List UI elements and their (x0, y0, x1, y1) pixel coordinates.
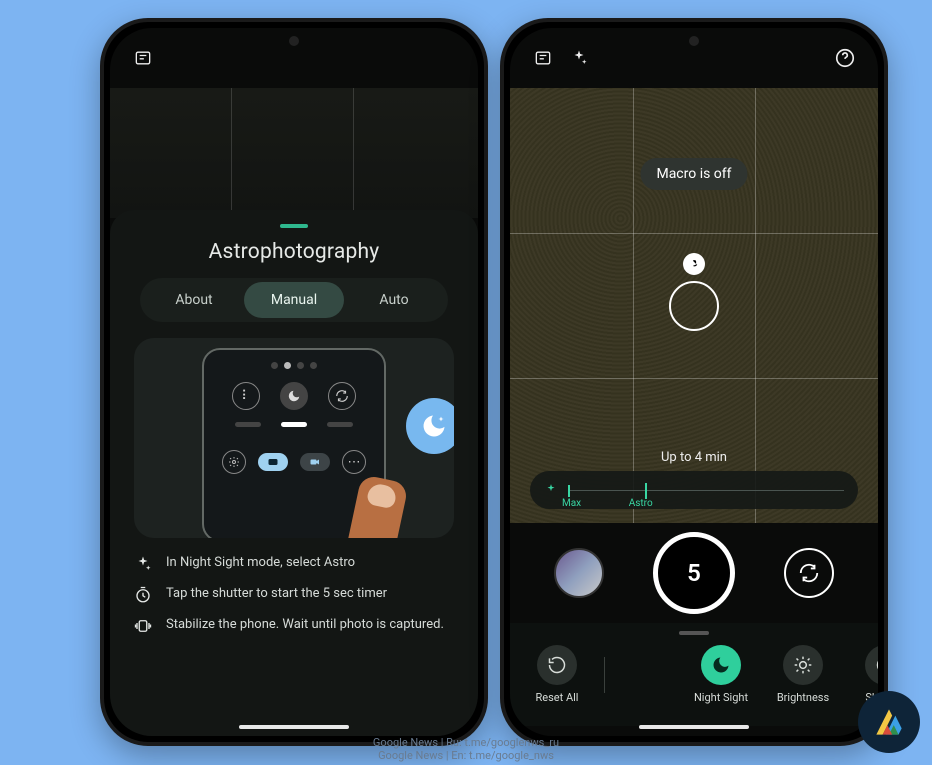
astro-fab-icon (406, 398, 454, 454)
video-mode-icon (300, 453, 330, 471)
image-footer: Google News | Ru: t.me/googlenws_ru Goog… (373, 736, 559, 764)
sparkle-icon (544, 483, 558, 497)
help-icon[interactable] (830, 43, 860, 73)
focus-indicator[interactable] (669, 253, 719, 331)
photo-mode-icon (258, 453, 288, 471)
footer-line: Google News | En: t.me/google_nws (373, 749, 559, 763)
exposure-hint: Up to 4 min (661, 450, 727, 465)
shutter-button[interactable]: 5 (653, 532, 735, 614)
format-icon[interactable] (528, 43, 558, 73)
macro-toast: Macro is off (640, 158, 747, 190)
reset-icon (537, 645, 577, 685)
channel-logo (858, 691, 920, 753)
home-indicator[interactable] (239, 725, 349, 729)
tip-text: Stabilize the phone. Wait until photo is… (166, 616, 444, 634)
gallery-thumbnail[interactable] (554, 548, 604, 598)
format-icon[interactable] (128, 43, 158, 73)
switch-camera-button[interactable] (784, 548, 834, 598)
mode-reset[interactable]: Reset All (522, 645, 592, 704)
brightness-icon (783, 645, 823, 685)
slider-min-label: Max (562, 498, 581, 509)
option-dots-icon: ⠇ (232, 382, 260, 410)
sparkle-icon[interactable] (564, 43, 594, 73)
mode-label: Brightness (777, 691, 829, 704)
capture-row: 5 (510, 523, 878, 623)
screen-right: Macro is off Up to 4 min (510, 28, 878, 736)
footer-line: Google News | Ru: t.me/googlenws_ru (373, 736, 559, 750)
shutter-count: 5 (687, 559, 701, 587)
phone-left: Astrophotography About Manual Auto ⠇ (100, 18, 488, 746)
phone-right: Macro is off Up to 4 min (500, 18, 888, 746)
timer-icon (132, 586, 154, 604)
tips-list: In Night Sight mode, select Astro Tap th… (132, 554, 456, 635)
stabilize-icon (132, 617, 154, 635)
tab-manual[interactable]: Manual (244, 282, 344, 318)
viewfinder-preview (110, 88, 478, 218)
slider-max-label: Astro (629, 498, 653, 509)
tip-text: Tap the shutter to start the 5 sec timer (166, 585, 387, 603)
moon-icon (701, 645, 741, 685)
gear-icon (222, 450, 246, 474)
mode-drag-handle[interactable] (679, 631, 709, 635)
more-icon: ⋯ (342, 450, 366, 474)
mode-strip: Reset All Night Sight Brightness (510, 623, 878, 726)
screen-left: Astrophotography About Manual Auto ⠇ (110, 28, 478, 736)
instruction-illustration: ⠇ (134, 338, 454, 538)
mode-night-sight[interactable]: Night Sight (686, 645, 756, 704)
sparkle-icon (132, 555, 154, 573)
sheet-drag-handle[interactable] (280, 224, 308, 228)
tip-item: Tap the shutter to start the 5 sec timer (132, 585, 456, 604)
exposure-slider[interactable]: Max Astro (530, 471, 858, 509)
mode-label: Reset All (536, 691, 579, 704)
home-indicator[interactable] (639, 725, 749, 729)
moon-icon (280, 382, 308, 410)
tab-about[interactable]: About (144, 282, 244, 318)
shadow-icon (865, 645, 878, 685)
tab-group: About Manual Auto (140, 278, 448, 322)
tip-item: Stabilize the phone. Wait until photo is… (132, 616, 456, 635)
mode-brightness[interactable]: Brightness (768, 645, 838, 704)
front-camera (289, 36, 299, 46)
astro-sheet: Astrophotography About Manual Auto ⠇ (110, 210, 478, 736)
tip-text: In Night Sight mode, select Astro (166, 554, 355, 572)
viewfinder[interactable]: Macro is off Up to 4 min (510, 88, 878, 523)
mode-label: Night Sight (694, 691, 748, 704)
tip-item: In Night Sight mode, select Astro (132, 554, 456, 573)
mic-off-icon (683, 253, 705, 275)
front-camera (689, 36, 699, 46)
tab-auto[interactable]: Auto (344, 282, 444, 318)
sheet-title: Astrophotography (128, 240, 460, 264)
refresh-icon (328, 382, 356, 410)
